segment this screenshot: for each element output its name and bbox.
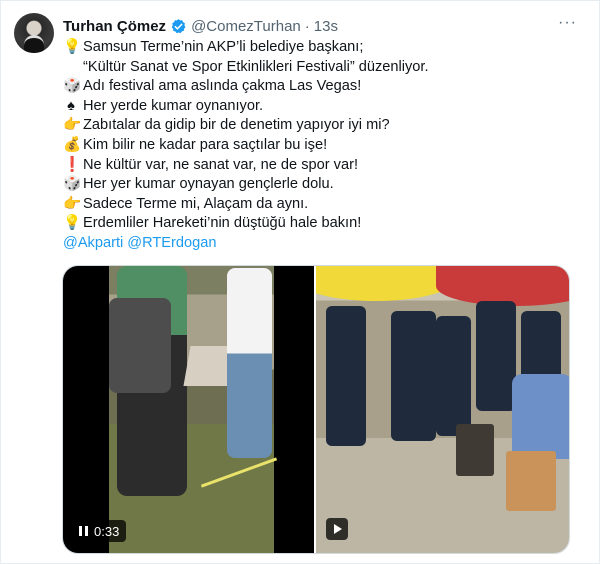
line-text: Kim bilir ne kadar para saçtılar bu işe! bbox=[83, 136, 328, 153]
video-duration: 0:33 bbox=[94, 523, 120, 539]
line-text: Zabıtalar da gidip bir de denetim yapıyo… bbox=[83, 117, 390, 134]
tweet-text: 💡 Samsun Terme’nin AKP’li belediye başkan… bbox=[63, 38, 583, 254]
dice-icon: 🎲 bbox=[63, 176, 82, 193]
video-thumbnail[interactable] bbox=[316, 266, 569, 553]
line-text: Her yer kumar oynayan gençlerle dolu. bbox=[83, 176, 334, 193]
stool-figure bbox=[456, 424, 494, 476]
timestamp[interactable]: 13s bbox=[314, 18, 338, 35]
author-name[interactable]: Turhan Çömez bbox=[63, 18, 166, 35]
exclamation-icon: ❗ bbox=[63, 156, 82, 173]
video-frame bbox=[109, 266, 278, 553]
bulb-icon: 💡 bbox=[63, 39, 82, 55]
money-bag-icon: 💰 bbox=[63, 136, 82, 153]
officer-figure bbox=[436, 316, 471, 436]
person-figure bbox=[512, 374, 569, 459]
umbrella-figure bbox=[316, 266, 456, 301]
pointing-hand-icon: 👉 bbox=[63, 195, 82, 212]
person-figure bbox=[227, 268, 272, 458]
officer-figure bbox=[391, 311, 436, 441]
separator: · bbox=[304, 17, 310, 35]
pause-icon[interactable] bbox=[79, 526, 88, 536]
ground-line bbox=[200, 457, 278, 488]
media-grid: 0:33 bbox=[62, 265, 570, 554]
tweet-header: Turhan Çömez @ComezTurhan · 13s bbox=[63, 16, 338, 36]
verified-badge-icon bbox=[171, 18, 186, 33]
bulb-icon: 💡 bbox=[63, 215, 82, 232]
video-thumbnail[interactable]: 0:33 bbox=[63, 266, 314, 553]
line-text: Ne kültür var, ne sanat var, ne de spor … bbox=[83, 156, 358, 173]
stool-figure bbox=[506, 451, 556, 511]
more-options-icon[interactable]: ··· bbox=[558, 14, 577, 32]
tweet-line: ♠ Her yerde kumar oynanıyor. bbox=[63, 97, 583, 117]
officer-figure bbox=[476, 301, 516, 411]
line-text: Sadece Terme mi, Alaçam da aynı. bbox=[83, 195, 309, 212]
tweet-line: 👉 Sadece Terme mi, Alaçam da aynı. bbox=[63, 195, 583, 215]
pointing-hand-icon: 👉 bbox=[63, 117, 82, 134]
video-duration-badge[interactable]: 0:33 bbox=[73, 520, 127, 542]
tweet-line: 🎲 Adı festival ama aslında çakma Las Vega… bbox=[63, 77, 583, 97]
tweet: Turhan Çömez @ComezTurhan · 13s ··· 💡 Sam… bbox=[0, 0, 600, 564]
officer-figure bbox=[326, 306, 366, 446]
spade-icon: ♠ bbox=[67, 97, 75, 114]
tweet-line: “Kültür Sanat ve Spor Etkinlikleri Festi… bbox=[63, 58, 583, 78]
mentions: @Akparti @RTErdogan bbox=[63, 234, 583, 254]
dice-icon: 🎲 bbox=[63, 78, 82, 95]
tweet-line: 🎲 Her yer kumar oynayan gençlerle dolu. bbox=[63, 175, 583, 195]
author-handle[interactable]: @ComezTurhan bbox=[191, 18, 301, 35]
tweet-line: 💰 Kim bilir ne kadar para saçtılar bu işe… bbox=[63, 136, 583, 156]
umbrella-figure bbox=[436, 266, 569, 306]
tweet-line: 💡 Samsun Terme’nin AKP’li belediye başkan… bbox=[63, 38, 583, 58]
line-text: Adı festival ama aslında çakma Las Vegas… bbox=[83, 78, 362, 95]
line-text: Her yerde kumar oynanıyor. bbox=[83, 97, 264, 114]
tweet-line: 👉 Zabıtalar da gidip bir de denetim yapıy… bbox=[63, 116, 583, 136]
bag-figure bbox=[109, 298, 171, 393]
line-text: Erdemliler Hareketi’nin düştüğü hale bak… bbox=[83, 215, 362, 232]
play-icon[interactable] bbox=[326, 518, 348, 540]
mention-link[interactable]: @RTErdogan bbox=[127, 235, 216, 251]
tweet-line: 💡 Erdemliler Hareketi’nin düştüğü hale ba… bbox=[63, 214, 583, 234]
line-text: Samsun Terme’nin AKP’li belediye başkanı… bbox=[83, 39, 364, 55]
avatar[interactable] bbox=[14, 13, 54, 53]
mention-link[interactable]: @Akparti bbox=[63, 235, 123, 251]
line-text: “Kültür Sanat ve Spor Etkinlikleri Festi… bbox=[83, 58, 429, 75]
tweet-line: ❗ Ne kültür var, ne sanat var, ne de spor… bbox=[63, 156, 583, 176]
